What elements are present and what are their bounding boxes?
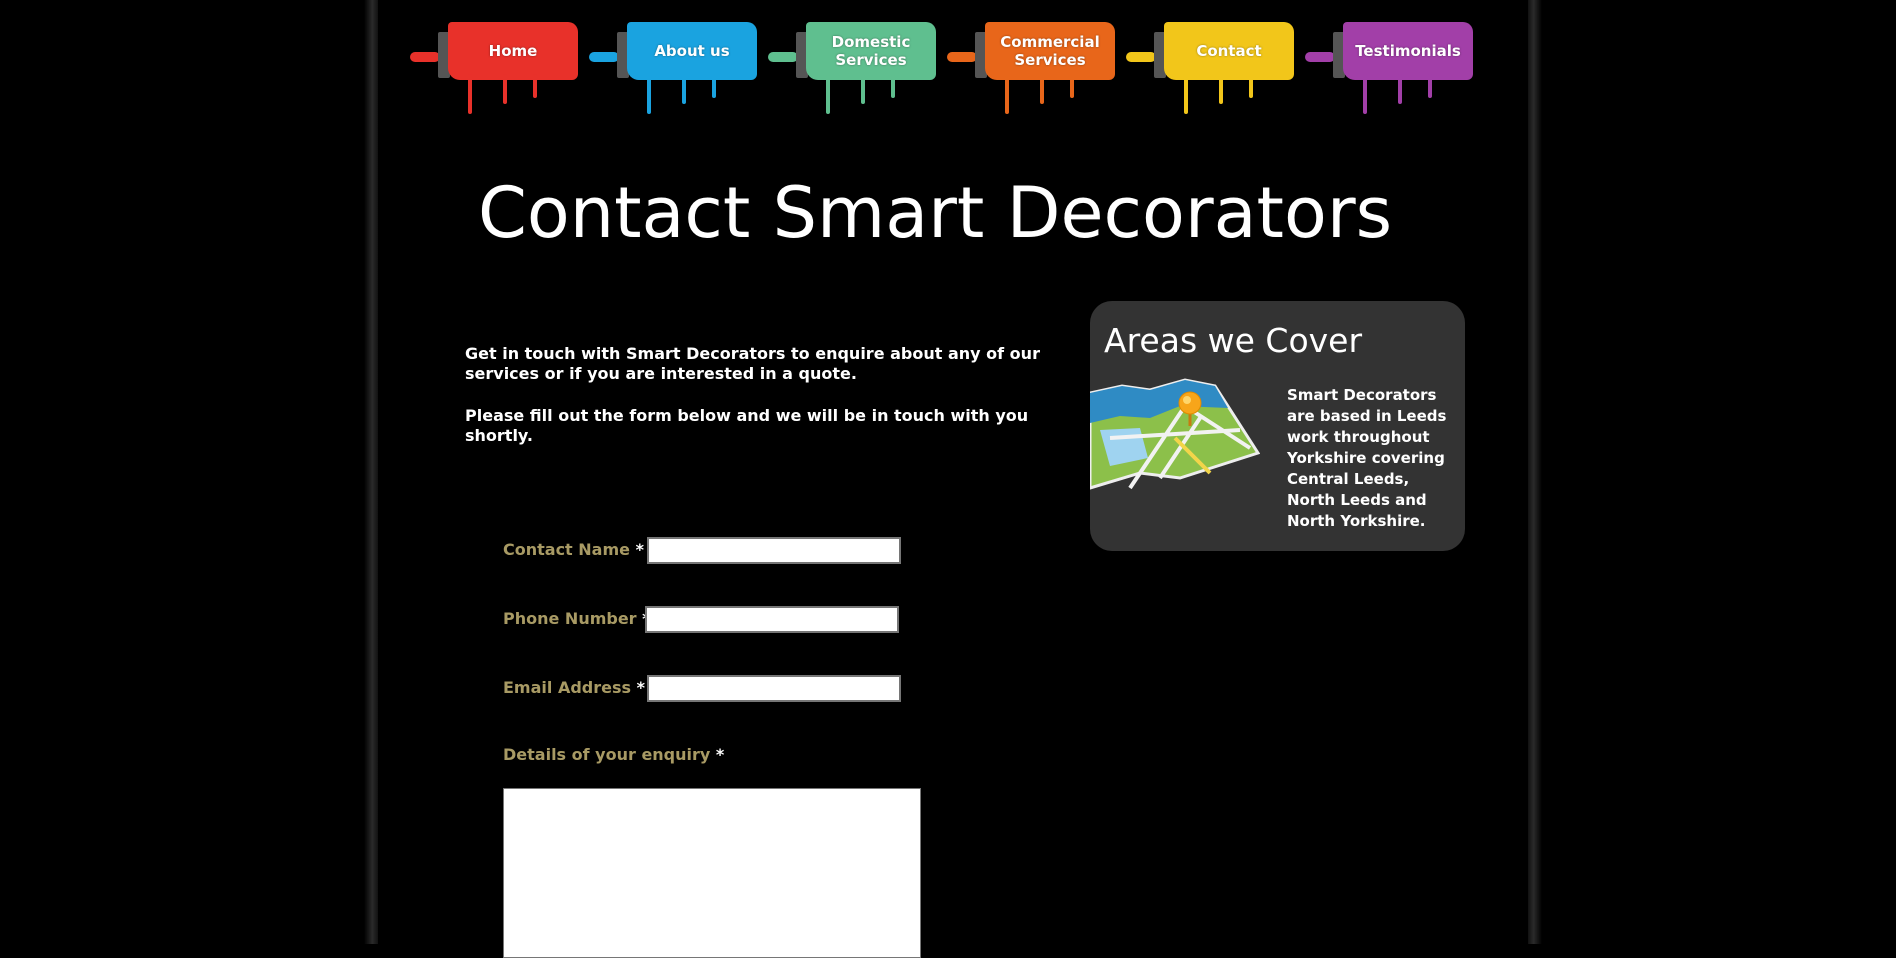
paint-drip-icon [503, 74, 507, 104]
intro-text: Get in touch with Smart Decorators to en… [465, 344, 1065, 446]
paint-drip-icon [1398, 74, 1402, 104]
paint-drip-icon [468, 74, 472, 114]
intro-paragraph: Please fill out the form below and we wi… [465, 406, 1029, 445]
paint-drip-icon [1040, 74, 1044, 104]
paint-drip-icon [533, 74, 537, 98]
nav-item-label: About us [627, 22, 757, 80]
nav-item-home[interactable]: Home [410, 14, 586, 114]
paint-drip-icon [861, 74, 865, 104]
areas-we-cover-panel: Areas we Cover Smart Decorators are base… [1090, 301, 1465, 551]
nav-item-domestic-services[interactable]: Domestic Services [768, 14, 944, 114]
enquiry-details-textarea[interactable] [503, 788, 921, 958]
intro-paragraph: Get in touch with Smart Decorators to en… [465, 344, 1040, 383]
paintbrush-handle-icon [947, 52, 977, 62]
paintbrush-handle-icon [410, 52, 440, 62]
nav-item-label: Testimonials [1343, 22, 1473, 80]
paint-drip-icon [1363, 74, 1367, 114]
page-title: Contact Smart Decorators [478, 172, 1393, 254]
map-pin-icon [1090, 378, 1260, 490]
paint-drip-icon [712, 74, 716, 98]
nav-item-about-us[interactable]: About us [589, 14, 765, 114]
nav-item-testimonials[interactable]: Testimonials [1305, 14, 1481, 114]
phone-number-label: Phone Number * [503, 609, 651, 628]
main-nav: Home About us Domestic Services Commercial … [410, 10, 1490, 114]
areas-title: Areas we Cover [1104, 321, 1363, 360]
nav-item-label: Contact [1164, 22, 1294, 80]
paint-drip-icon [826, 74, 830, 114]
page-shadow-right [1528, 0, 1542, 944]
nav-item-label: Home [448, 22, 578, 80]
enquiry-details-label: Details of your enquiry * [503, 745, 725, 764]
paintbrush-handle-icon [768, 52, 798, 62]
contact-name-input[interactable] [647, 537, 901, 564]
paint-drip-icon [1005, 74, 1009, 114]
paint-drip-icon [1219, 74, 1223, 104]
paint-drip-icon [1249, 74, 1253, 98]
page-shadow-left [364, 0, 378, 944]
paintbrush-handle-icon [1305, 52, 1335, 62]
paint-drip-icon [682, 74, 686, 104]
paint-drip-icon [1428, 74, 1432, 98]
paint-drip-icon [891, 74, 895, 98]
nav-item-label: Domestic Services [806, 22, 936, 80]
contact-name-label: Contact Name * [503, 540, 644, 559]
nav-item-commercial-services[interactable]: Commercial Services [947, 14, 1123, 114]
email-address-input[interactable] [647, 675, 901, 702]
paint-drip-icon [647, 74, 651, 114]
nav-item-contact[interactable]: Contact [1126, 14, 1302, 114]
areas-text: Smart Decorators are based in Leeds work… [1287, 386, 1447, 530]
paintbrush-handle-icon [589, 52, 619, 62]
nav-item-label: Commercial Services [985, 22, 1115, 80]
paint-drip-icon [1070, 74, 1074, 98]
paintbrush-handle-icon [1126, 52, 1156, 62]
phone-number-input[interactable] [645, 606, 899, 633]
email-address-label: Email Address * [503, 678, 645, 697]
paint-drip-icon [1184, 74, 1188, 114]
